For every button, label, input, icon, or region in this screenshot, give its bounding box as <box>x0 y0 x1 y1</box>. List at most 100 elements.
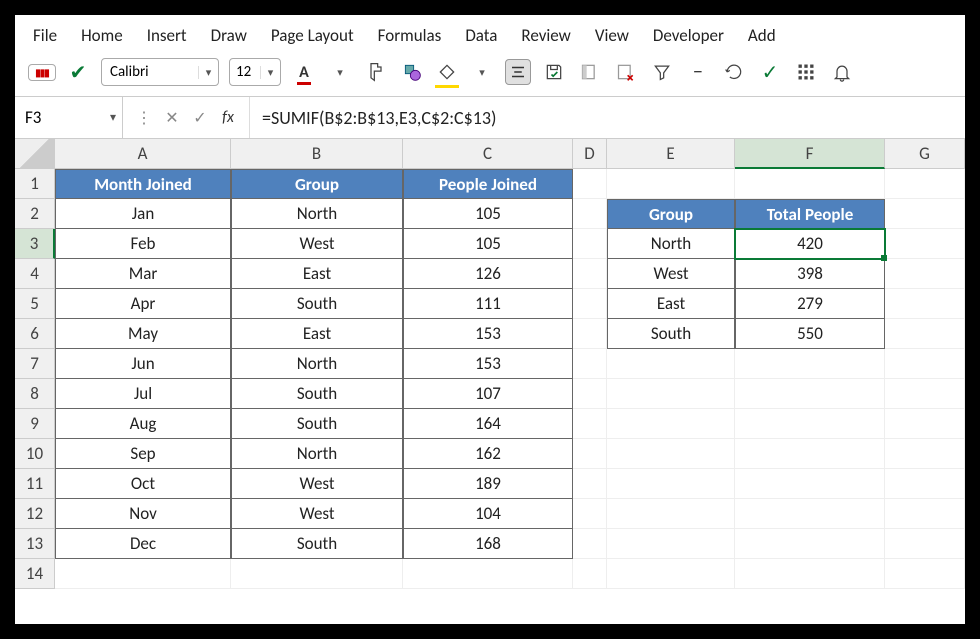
cell-E4[interactable]: West <box>607 259 735 289</box>
cell-D4[interactable] <box>573 259 607 289</box>
column-header-A[interactable]: A <box>55 139 231 169</box>
cell-A13[interactable]: Dec <box>55 529 231 559</box>
cell-G5[interactable] <box>885 289 965 319</box>
cell-E1[interactable] <box>607 169 735 199</box>
name-box[interactable]: F3 ▾ <box>15 97 123 138</box>
cell-F7[interactable] <box>735 349 885 379</box>
check-icon[interactable]: ✓ <box>757 59 783 85</box>
row-header-13[interactable]: 13 <box>15 529 55 559</box>
menu-tab-page-layout[interactable]: Page Layout <box>271 25 354 46</box>
menu-tab-data[interactable]: Data <box>465 25 497 46</box>
cell-G14[interactable] <box>885 559 965 589</box>
cell-A4[interactable]: Mar <box>55 259 231 289</box>
row-header-2[interactable]: 2 <box>15 199 55 229</box>
save-file-icon[interactable] <box>541 59 567 85</box>
cell-D9[interactable] <box>573 409 607 439</box>
cell-E13[interactable] <box>607 529 735 559</box>
cell-F2[interactable]: Total People <box>735 199 885 229</box>
cell-D7[interactable] <box>573 349 607 379</box>
cell-C12[interactable]: 104 <box>403 499 573 529</box>
cell-D1[interactable] <box>573 169 607 199</box>
cell-A11[interactable]: Oct <box>55 469 231 499</box>
cell-C9[interactable]: 164 <box>403 409 573 439</box>
cell-F3[interactable]: 420 <box>735 229 885 259</box>
chevron-down-icon[interactable]: ▾ <box>198 66 218 79</box>
cell-D5[interactable] <box>573 289 607 319</box>
shape-icon[interactable] <box>399 59 425 85</box>
cell-B14[interactable] <box>231 559 403 589</box>
cell-F1[interactable] <box>735 169 885 199</box>
cell-G3[interactable] <box>885 229 965 259</box>
expand-icon[interactable]: ⋮ <box>133 108 155 128</box>
cell-E11[interactable] <box>607 469 735 499</box>
cell-A8[interactable]: Jul <box>55 379 231 409</box>
row-header-10[interactable]: 10 <box>15 439 55 469</box>
cell-C5[interactable]: 111 <box>403 289 573 319</box>
cell-D12[interactable] <box>573 499 607 529</box>
cell-E6[interactable]: South <box>607 319 735 349</box>
menu-tab-formulas[interactable]: Formulas <box>378 25 442 46</box>
cell-G10[interactable] <box>885 439 965 469</box>
cell-B10[interactable]: North <box>231 439 403 469</box>
cell-C2[interactable]: 105 <box>403 199 573 229</box>
cell-F5[interactable]: 279 <box>735 289 885 319</box>
cell-D14[interactable] <box>573 559 607 589</box>
cell-G2[interactable] <box>885 199 965 229</box>
format-painter-icon[interactable] <box>363 59 389 85</box>
minus-icon[interactable]: − <box>685 59 711 85</box>
cell-A14[interactable] <box>55 559 231 589</box>
font-color-button[interactable]: A <box>291 59 317 85</box>
cell-D3[interactable] <box>573 229 607 259</box>
fill-color-button[interactable] <box>435 59 459 85</box>
menu-tab-home[interactable]: Home <box>81 25 123 46</box>
cell-F6[interactable]: 550 <box>735 319 885 349</box>
cell-C7[interactable]: 153 <box>403 349 573 379</box>
cell-E10[interactable] <box>607 439 735 469</box>
cell-B8[interactable]: South <box>231 379 403 409</box>
row-header-11[interactable]: 11 <box>15 469 55 499</box>
column-header-B[interactable]: B <box>231 139 403 169</box>
cell-B7[interactable]: North <box>231 349 403 379</box>
cell-F10[interactable] <box>735 439 885 469</box>
cell-A12[interactable]: Nov <box>55 499 231 529</box>
cell-E9[interactable] <box>607 409 735 439</box>
menu-tab-file[interactable]: File <box>33 25 57 46</box>
font-name-select[interactable]: Calibri ▾ <box>101 58 219 86</box>
cell-B2[interactable]: North <box>231 199 403 229</box>
cell-F14[interactable] <box>735 559 885 589</box>
cell-E8[interactable] <box>607 379 735 409</box>
keypad-icon[interactable] <box>793 59 819 85</box>
menu-tab-developer[interactable]: Developer <box>653 25 724 46</box>
row-header-9[interactable]: 9 <box>15 409 55 439</box>
row-header-3[interactable]: 3 <box>15 229 55 259</box>
cell-D2[interactable] <box>573 199 607 229</box>
chevron-down-icon[interactable]: ▾ <box>469 59 495 85</box>
cell-E2[interactable]: Group <box>607 199 735 229</box>
cell-F12[interactable] <box>735 499 885 529</box>
cell-F13[interactable] <box>735 529 885 559</box>
cell-B12[interactable]: West <box>231 499 403 529</box>
cell-B9[interactable]: South <box>231 409 403 439</box>
cell-B5[interactable]: South <box>231 289 403 319</box>
cell-G8[interactable] <box>885 379 965 409</box>
filter-icon[interactable] <box>649 59 675 85</box>
cell-G7[interactable] <box>885 349 965 379</box>
cell-D10[interactable] <box>573 439 607 469</box>
bell-icon[interactable] <box>829 59 855 85</box>
cell-D8[interactable] <box>573 379 607 409</box>
accept-icon[interactable]: ✓ <box>189 108 211 128</box>
select-all-corner[interactable] <box>15 139 55 169</box>
cell-G6[interactable] <box>885 319 965 349</box>
cell-F4[interactable]: 398 <box>735 259 885 289</box>
menu-tab-draw[interactable]: Draw <box>211 25 247 46</box>
cell-B11[interactable]: West <box>231 469 403 499</box>
cell-D11[interactable] <box>573 469 607 499</box>
row-header-1[interactable]: 1 <box>15 169 55 199</box>
delete-column-icon[interactable] <box>613 59 639 85</box>
cell-G12[interactable] <box>885 499 965 529</box>
cell-A6[interactable]: May <box>55 319 231 349</box>
menu-tab-insert[interactable]: Insert <box>147 25 187 46</box>
row-header-5[interactable]: 5 <box>15 289 55 319</box>
insert-column-icon[interactable] <box>577 59 603 85</box>
chevron-down-icon[interactable]: ▾ <box>260 66 280 79</box>
